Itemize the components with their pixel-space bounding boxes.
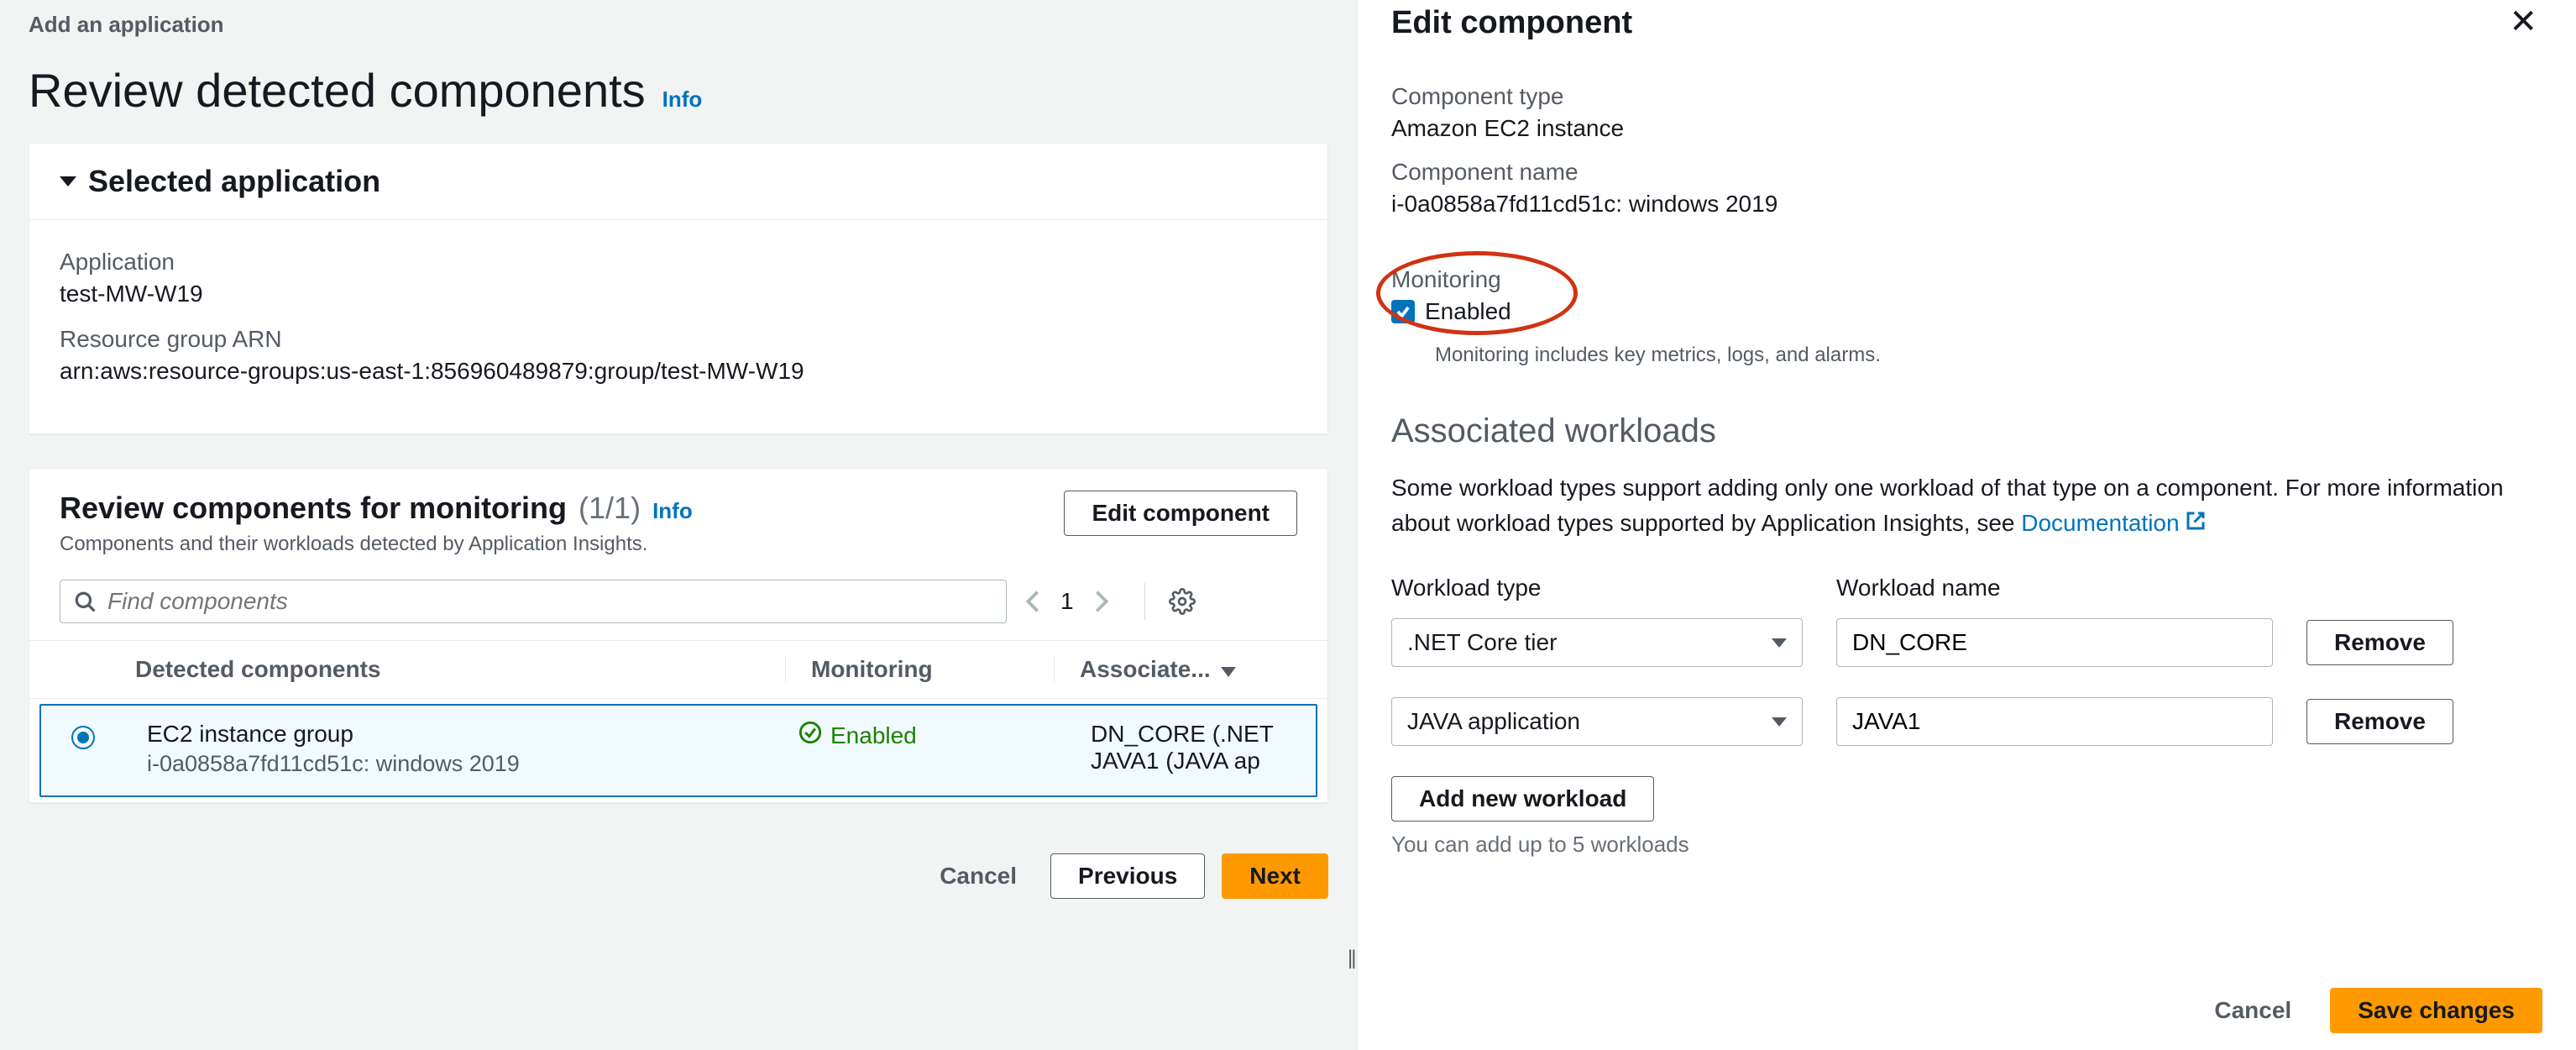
- chevron-down-icon: [1772, 638, 1787, 648]
- row-monitoring-value: Enabled: [830, 722, 917, 749]
- row-radio[interactable]: [71, 726, 95, 749]
- arn-label: Resource group ARN: [60, 326, 1297, 353]
- chevron-down-icon: [1772, 717, 1787, 727]
- col-associated[interactable]: Associate...: [1054, 656, 1297, 683]
- row-component-name: EC2 instance group: [147, 721, 765, 748]
- edit-component-button[interactable]: Edit component: [1064, 491, 1297, 536]
- caret-down-icon: [60, 176, 76, 186]
- search-input[interactable]: [106, 587, 992, 616]
- col-detected[interactable]: Detected components: [135, 656, 785, 683]
- workload-type-select[interactable]: JAVA application: [1391, 697, 1803, 746]
- resize-handle-icon[interactable]: ||: [1348, 947, 1354, 970]
- col-monitoring[interactable]: Monitoring: [785, 656, 1054, 683]
- add-workload-hint: You can add up to 5 workloads: [1391, 832, 2542, 858]
- cancel-button[interactable]: Cancel: [923, 853, 1034, 899]
- monitoring-checkbox[interactable]: [1391, 300, 1415, 323]
- external-link-icon: [2186, 510, 2206, 536]
- check-circle-icon: [798, 721, 822, 750]
- selected-application-toggle[interactable]: Selected application: [29, 144, 1327, 220]
- workload-name-input[interactable]: [1836, 697, 2273, 746]
- page-next-icon[interactable]: [1092, 589, 1111, 614]
- page-prev-icon[interactable]: [1024, 589, 1042, 614]
- search-icon: [74, 591, 96, 612]
- table-header: Detected components Monitoring Associate…: [29, 640, 1327, 699]
- previous-button[interactable]: Previous: [1050, 853, 1205, 899]
- search-input-wrapper[interactable]: [60, 580, 1007, 623]
- review-info-link[interactable]: Info: [652, 498, 693, 524]
- monitoring-enabled-label: Enabled: [1425, 298, 1511, 325]
- close-icon[interactable]: ✕: [2504, 5, 2542, 39]
- application-value: test-MW-W19: [60, 281, 1297, 307]
- monitoring-label: Monitoring: [1391, 266, 1511, 293]
- monitoring-hint: Monitoring includes key metrics, logs, a…: [1435, 344, 2542, 367]
- workload-row: JAVA application Remove: [1391, 697, 2542, 746]
- workload-name-input[interactable]: [1836, 618, 2273, 667]
- page-number: 1: [1060, 588, 1074, 615]
- remove-workload-button[interactable]: Remove: [2306, 699, 2453, 744]
- component-type-value: Amazon EC2 instance: [1391, 115, 2542, 142]
- breadcrumb: Add an application: [0, 0, 1357, 46]
- review-desc: Components and their workloads detected …: [60, 533, 693, 556]
- table-row[interactable]: EC2 instance group i-0a0858a7fd11cd51c: …: [39, 704, 1317, 797]
- application-label: Application: [60, 249, 1297, 276]
- panel-title: Edit component: [1391, 5, 1632, 41]
- row-workloads: DN_CORE (.NET JAVA1 (JAVA ap: [1067, 721, 1274, 774]
- remove-workload-button[interactable]: Remove: [2306, 620, 2453, 665]
- component-type-label: Component type: [1391, 83, 2542, 110]
- panel-cancel-button[interactable]: Cancel: [2197, 989, 2308, 1032]
- add-workload-button[interactable]: Add new workload: [1391, 776, 1654, 822]
- review-title: Review components for monitoring: [60, 491, 567, 526]
- selected-application-header: Selected application: [88, 164, 380, 199]
- review-components-card: Review components for monitoring (1/1) I…: [29, 468, 1328, 803]
- associated-workloads-desc: Some workload types support adding only …: [1391, 470, 2542, 541]
- workload-type-select[interactable]: .NET Core tier: [1391, 618, 1803, 667]
- divider: [1144, 583, 1145, 620]
- documentation-link[interactable]: Documentation: [2021, 510, 2179, 536]
- page-title: Review detected components: [29, 63, 646, 118]
- arn-value: arn:aws:resource-groups:us-east-1:856960…: [60, 358, 1297, 385]
- info-link[interactable]: Info: [662, 87, 703, 113]
- chevron-down-icon: [1221, 656, 1236, 683]
- selected-application-card: Selected application Application test-MW…: [29, 143, 1328, 434]
- next-button[interactable]: Next: [1222, 853, 1328, 899]
- component-name-label: Component name: [1391, 159, 2542, 186]
- workload-name-label: Workload name: [1836, 575, 2273, 601]
- save-changes-button[interactable]: Save changes: [2330, 988, 2542, 1033]
- workload-type-label: Workload type: [1391, 575, 1803, 601]
- review-count: (1/1): [579, 491, 641, 526]
- associated-workloads-title: Associated workloads: [1391, 412, 2542, 450]
- component-name-value: i-0a0858a7fd11cd51c: windows 2019: [1391, 191, 2542, 218]
- gear-icon[interactable]: [1169, 588, 1196, 615]
- workload-row: .NET Core tier Remove: [1391, 618, 2542, 667]
- row-component-sub: i-0a0858a7fd11cd51c: windows 2019: [147, 751, 765, 777]
